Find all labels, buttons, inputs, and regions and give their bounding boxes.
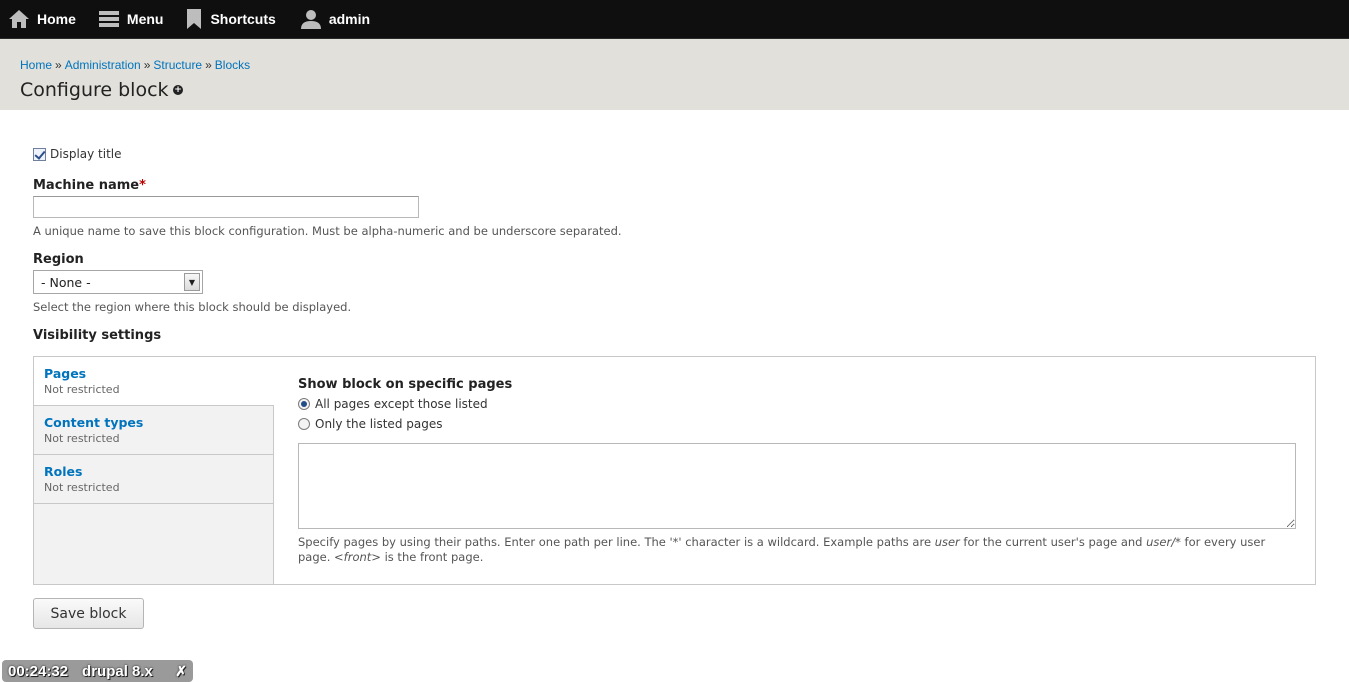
- toolbar-menu-label: Menu: [126, 11, 164, 27]
- pages-desc-text: is the front page.: [380, 550, 484, 564]
- visibility-settings-label: Visibility settings: [33, 328, 162, 343]
- vtab-roles-summary: Not restricted: [44, 481, 120, 494]
- save-block-button[interactable]: Save block: [33, 598, 144, 629]
- radio-only-listed-button[interactable]: [298, 418, 310, 430]
- toolbar-menu[interactable]: Menu: [90, 0, 176, 39]
- pages-desc-example-front: <front>: [334, 550, 381, 564]
- user-icon: [300, 9, 322, 29]
- radio-all-except-button[interactable]: [298, 398, 310, 410]
- pages-pane: Show block on specific pages All pages e…: [298, 377, 1298, 565]
- breadcrumb: Home» Administration» Structure» Blocks: [20, 58, 250, 72]
- breadcrumb-blocks[interactable]: Blocks: [215, 58, 250, 72]
- dropdown-arrow-icon[interactable]: ▼: [184, 273, 200, 291]
- admin-toolbar: Home Menu Shortcuts admin: [0, 0, 1349, 39]
- breadcrumb-separator: »: [205, 58, 212, 72]
- add-shortcut-icon[interactable]: +: [173, 85, 183, 95]
- region-selected-value: - None -: [41, 274, 91, 290]
- toolbar-home[interactable]: Home: [0, 0, 88, 39]
- bookmark-icon: [185, 8, 203, 30]
- pages-description: Specify pages by using their paths. Ente…: [298, 535, 1288, 565]
- page-title: Configure block: [20, 79, 169, 101]
- vtab-content-types[interactable]: Content types Not restricted: [34, 406, 273, 455]
- radio-all-except[interactable]: All pages except those listed: [298, 397, 1298, 411]
- vertical-tab-list: Pages Not restricted Content types Not r…: [34, 357, 274, 584]
- radio-only-listed[interactable]: Only the listed pages: [298, 417, 1298, 431]
- recorder-badge: 00:24:32 drupal 8.x ✗: [2, 660, 193, 682]
- pages-textarea[interactable]: [298, 443, 1296, 529]
- pages-desc-text: Specify pages by using their paths. Ente…: [298, 535, 935, 549]
- breadcrumb-separator: »: [143, 58, 151, 72]
- region-select[interactable]: - None - ▼: [33, 270, 203, 294]
- breadcrumb-home[interactable]: Home: [20, 58, 52, 72]
- toolbar-shortcuts-label: Shortcuts: [210, 11, 276, 27]
- machine-name-label-text: Machine name: [33, 178, 140, 193]
- pane-title: Show block on specific pages: [298, 377, 513, 392]
- page-header: Home» Administration» Structure» Blocks Con…: [0, 39, 1349, 110]
- vtab-pages-title: Pages: [44, 366, 87, 381]
- vtab-pages[interactable]: Pages Not restricted: [34, 357, 274, 406]
- display-title-field[interactable]: Display title: [33, 147, 122, 161]
- display-title-label: Display title: [50, 147, 122, 161]
- recorder-name: drupal 8.x: [82, 662, 153, 680]
- home-icon: [8, 9, 30, 29]
- toolbar-user-label: admin: [328, 11, 371, 27]
- pages-desc-example-user: user: [934, 535, 960, 549]
- display-title-checkbox[interactable]: [33, 147, 46, 161]
- vtab-pages-summary: Not restricted: [44, 383, 120, 396]
- visibility-vertical-tabs: Pages Not restricted Content types Not r…: [33, 356, 1316, 585]
- region-description: Select the region where this block shoul…: [33, 300, 352, 314]
- breadcrumb-separator: »: [55, 58, 62, 72]
- machine-name-input[interactable]: [33, 196, 419, 218]
- radio-all-except-label: All pages except those listed: [315, 397, 488, 411]
- recorder-time: 00:24:32: [8, 662, 69, 680]
- toolbar-user[interactable]: admin: [292, 0, 382, 39]
- region-label: Region: [33, 252, 84, 267]
- machine-name-label: Machine name*: [33, 178, 146, 193]
- pages-desc-text: for the current user's page and: [959, 535, 1147, 549]
- close-icon[interactable]: ✗: [175, 663, 187, 680]
- vtab-roles-title: Roles: [44, 464, 83, 479]
- hamburger-icon: [98, 9, 120, 29]
- required-marker: *: [139, 178, 146, 193]
- radio-only-listed-label: Only the listed pages: [315, 417, 443, 431]
- breadcrumb-administration[interactable]: Administration: [65, 58, 141, 72]
- machine-name-description: A unique name to save this block configu…: [33, 224, 622, 238]
- toolbar-shortcuts[interactable]: Shortcuts: [177, 0, 287, 39]
- pages-desc-example-user-wildcard: user/*: [1146, 535, 1181, 549]
- toolbar-home-label: Home: [37, 11, 76, 27]
- vtab-roles[interactable]: Roles Not restricted: [34, 455, 273, 504]
- vtab-content-types-summary: Not restricted: [44, 432, 120, 445]
- vtab-content-types-title: Content types: [44, 415, 144, 430]
- breadcrumb-structure[interactable]: Structure: [153, 58, 202, 72]
